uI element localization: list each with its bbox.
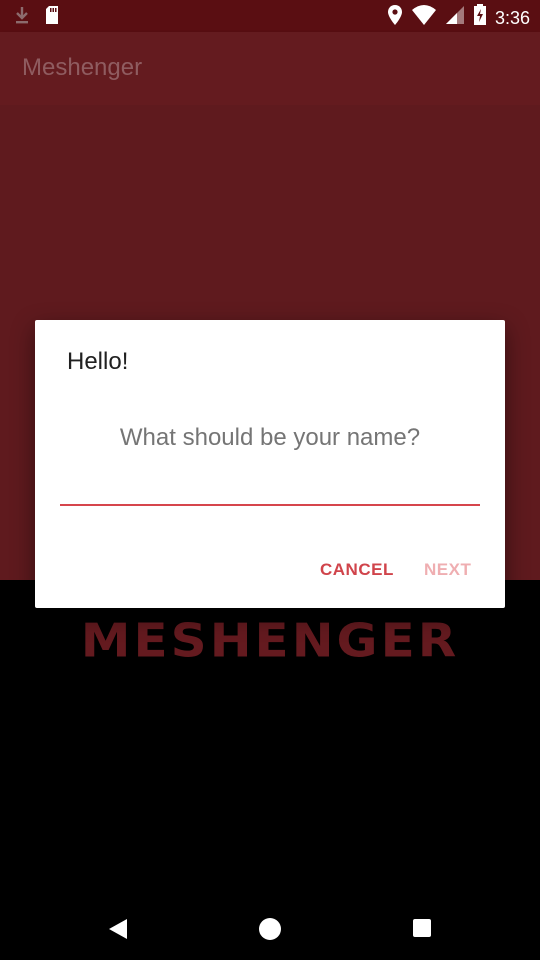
- cancel-button[interactable]: CANCEL: [320, 560, 394, 580]
- name-input[interactable]: [60, 460, 480, 506]
- download-icon: [14, 5, 30, 30]
- location-icon: [387, 4, 403, 31]
- app-title: Meshenger: [22, 54, 143, 81]
- home-icon[interactable]: [259, 918, 281, 940]
- signal-icon: [445, 4, 465, 31]
- status-right-icons: 3:36: [387, 4, 530, 31]
- dialog-hint: What should be your name?: [119, 424, 421, 451]
- recents-icon[interactable]: [413, 919, 431, 937]
- next-button[interactable]: NEXT: [424, 560, 471, 580]
- meshenger-logo: MESHENGER: [80, 614, 460, 668]
- clock: 3:36: [494, 7, 530, 28]
- app-bar: Meshenger: [0, 32, 540, 105]
- navigation-bar: [0, 880, 540, 960]
- battery-icon: [473, 4, 487, 31]
- back-icon[interactable]: [107, 918, 129, 945]
- sd-card-icon: [44, 5, 60, 30]
- wifi-icon: [411, 4, 437, 31]
- status-left-icons: [14, 5, 60, 30]
- status-bar: 3:36: [0, 0, 540, 32]
- dialog-title: Hello!: [67, 348, 129, 375]
- name-dialog: Hello! What should be your name? CANCEL …: [35, 320, 505, 608]
